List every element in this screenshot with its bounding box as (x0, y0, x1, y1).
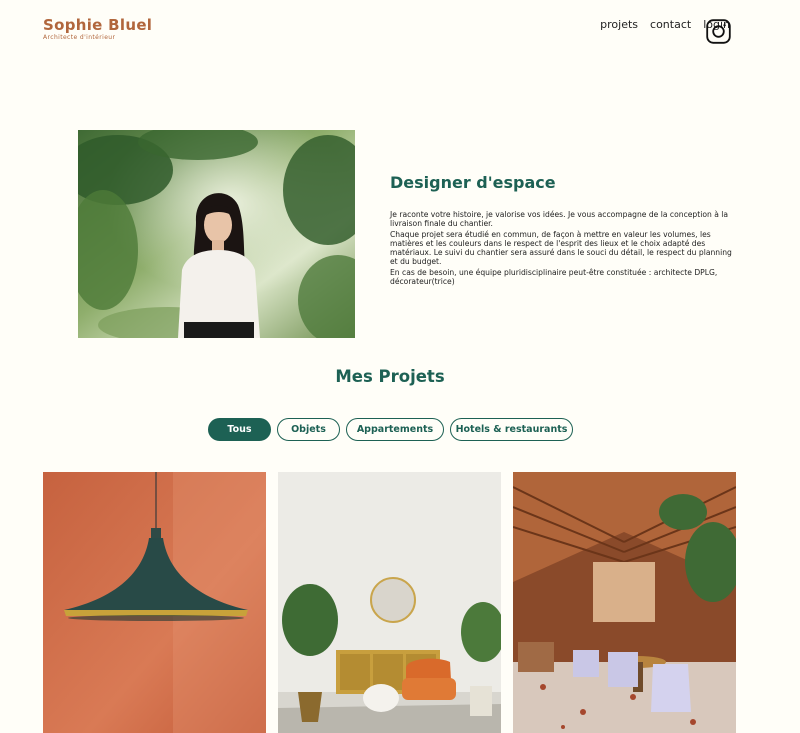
site-logo[interactable]: Sophie Bluel Architecte d'intérieur (43, 16, 152, 41)
filter-button-objets[interactable]: Objets (277, 418, 340, 441)
logo-subtitle: Architecte d'intérieur (43, 34, 116, 41)
introduction-text: Designer d'espace Je raconte votre histo… (390, 173, 740, 288)
filter-button-tous[interactable]: Tous (208, 418, 271, 441)
nav-link-contact[interactable]: contact (650, 18, 691, 31)
project-image-lamp[interactable] (43, 472, 266, 733)
introduction-paragraph: Chaque projet sera étudié en commun, de … (390, 230, 732, 266)
logo-title: Sophie Bluel (43, 16, 153, 34)
filter-button-appartements[interactable]: Appartements (346, 418, 444, 441)
nav-link-projets[interactable]: projets (600, 18, 638, 31)
portrait-photo (78, 130, 355, 338)
introduction-paragraph: Je raconte votre histoire, je valorise v… (390, 210, 729, 228)
project-gallery (43, 472, 748, 733)
filter-button-hotels-restaurants[interactable]: Hotels & restaurants (450, 418, 573, 441)
introduction-title: Designer d'espace (390, 173, 556, 192)
portfolio-title: Mes Projets (335, 367, 445, 386)
project-image-apartment[interactable] (278, 472, 501, 733)
instagram-icon[interactable] (706, 19, 731, 44)
category-filters: Tous Objets Appartements Hotels & restau… (208, 418, 579, 441)
project-image-restaurant[interactable] (513, 472, 736, 733)
introduction-paragraph: En cas de besoin, une équipe pluridiscip… (390, 268, 718, 286)
